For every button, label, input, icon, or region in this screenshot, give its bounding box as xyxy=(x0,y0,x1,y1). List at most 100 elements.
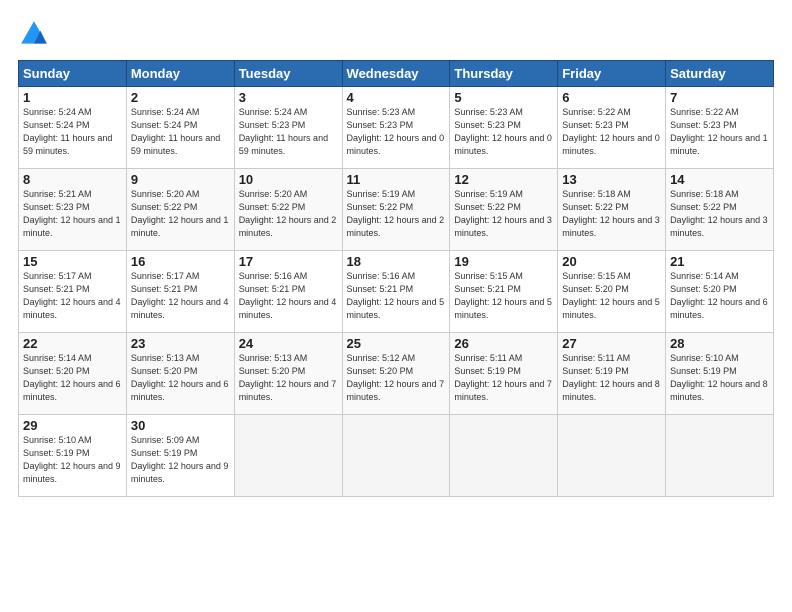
day-number: 25 xyxy=(347,336,446,351)
calendar-cell: 21Sunrise: 5:14 AMSunset: 5:20 PMDayligh… xyxy=(666,251,774,333)
day-number: 2 xyxy=(131,90,230,105)
day-number: 26 xyxy=(454,336,553,351)
day-info: Sunrise: 5:24 AMSunset: 5:23 PMDaylight:… xyxy=(239,106,338,158)
day-info: Sunrise: 5:14 AMSunset: 5:20 PMDaylight:… xyxy=(670,270,769,322)
day-number: 3 xyxy=(239,90,338,105)
day-info: Sunrise: 5:23 AMSunset: 5:23 PMDaylight:… xyxy=(454,106,553,158)
day-number: 22 xyxy=(23,336,122,351)
day-info: Sunrise: 5:24 AMSunset: 5:24 PMDaylight:… xyxy=(131,106,230,158)
calendar-cell: 6Sunrise: 5:22 AMSunset: 5:23 PMDaylight… xyxy=(558,87,666,169)
day-number: 13 xyxy=(562,172,661,187)
day-number: 6 xyxy=(562,90,661,105)
day-info: Sunrise: 5:13 AMSunset: 5:20 PMDaylight:… xyxy=(239,352,338,404)
day-info: Sunrise: 5:23 AMSunset: 5:23 PMDaylight:… xyxy=(347,106,446,158)
day-number: 19 xyxy=(454,254,553,269)
calendar-cell: 27Sunrise: 5:11 AMSunset: 5:19 PMDayligh… xyxy=(558,333,666,415)
header-monday: Monday xyxy=(126,61,234,87)
day-info: Sunrise: 5:24 AMSunset: 5:24 PMDaylight:… xyxy=(23,106,122,158)
header-tuesday: Tuesday xyxy=(234,61,342,87)
day-number: 7 xyxy=(670,90,769,105)
calendar-cell xyxy=(450,415,558,497)
day-info: Sunrise: 5:20 AMSunset: 5:22 PMDaylight:… xyxy=(239,188,338,240)
calendar-cell: 7Sunrise: 5:22 AMSunset: 5:23 PMDaylight… xyxy=(666,87,774,169)
header-saturday: Saturday xyxy=(666,61,774,87)
day-info: Sunrise: 5:11 AMSunset: 5:19 PMDaylight:… xyxy=(562,352,661,404)
calendar-cell: 15Sunrise: 5:17 AMSunset: 5:21 PMDayligh… xyxy=(19,251,127,333)
calendar-cell: 5Sunrise: 5:23 AMSunset: 5:23 PMDaylight… xyxy=(450,87,558,169)
calendar-cell: 14Sunrise: 5:18 AMSunset: 5:22 PMDayligh… xyxy=(666,169,774,251)
day-info: Sunrise: 5:22 AMSunset: 5:23 PMDaylight:… xyxy=(670,106,769,158)
calendar-week-3: 22Sunrise: 5:14 AMSunset: 5:20 PMDayligh… xyxy=(19,333,774,415)
day-number: 4 xyxy=(347,90,446,105)
calendar-cell: 10Sunrise: 5:20 AMSunset: 5:22 PMDayligh… xyxy=(234,169,342,251)
day-info: Sunrise: 5:09 AMSunset: 5:19 PMDaylight:… xyxy=(131,434,230,486)
calendar-cell xyxy=(558,415,666,497)
day-number: 10 xyxy=(239,172,338,187)
calendar-cell xyxy=(234,415,342,497)
calendar-cell: 19Sunrise: 5:15 AMSunset: 5:21 PMDayligh… xyxy=(450,251,558,333)
calendar-cell: 8Sunrise: 5:21 AMSunset: 5:23 PMDaylight… xyxy=(19,169,127,251)
day-info: Sunrise: 5:10 AMSunset: 5:19 PMDaylight:… xyxy=(670,352,769,404)
day-number: 1 xyxy=(23,90,122,105)
day-info: Sunrise: 5:16 AMSunset: 5:21 PMDaylight:… xyxy=(347,270,446,322)
calendar-cell xyxy=(666,415,774,497)
calendar-cell: 22Sunrise: 5:14 AMSunset: 5:20 PMDayligh… xyxy=(19,333,127,415)
day-number: 9 xyxy=(131,172,230,187)
day-info: Sunrise: 5:21 AMSunset: 5:23 PMDaylight:… xyxy=(23,188,122,240)
calendar-cell: 26Sunrise: 5:11 AMSunset: 5:19 PMDayligh… xyxy=(450,333,558,415)
day-number: 12 xyxy=(454,172,553,187)
day-number: 21 xyxy=(670,254,769,269)
day-number: 17 xyxy=(239,254,338,269)
calendar-cell: 11Sunrise: 5:19 AMSunset: 5:22 PMDayligh… xyxy=(342,169,450,251)
day-info: Sunrise: 5:22 AMSunset: 5:23 PMDaylight:… xyxy=(562,106,661,158)
day-info: Sunrise: 5:16 AMSunset: 5:21 PMDaylight:… xyxy=(239,270,338,322)
calendar-cell: 16Sunrise: 5:17 AMSunset: 5:21 PMDayligh… xyxy=(126,251,234,333)
day-info: Sunrise: 5:10 AMSunset: 5:19 PMDaylight:… xyxy=(23,434,122,486)
page: Sunday Monday Tuesday Wednesday Thursday… xyxy=(0,0,792,612)
calendar-week-0: 1Sunrise: 5:24 AMSunset: 5:24 PMDaylight… xyxy=(19,87,774,169)
header-sunday: Sunday xyxy=(19,61,127,87)
calendar-cell: 29Sunrise: 5:10 AMSunset: 5:19 PMDayligh… xyxy=(19,415,127,497)
calendar-cell: 3Sunrise: 5:24 AMSunset: 5:23 PMDaylight… xyxy=(234,87,342,169)
calendar-week-2: 15Sunrise: 5:17 AMSunset: 5:21 PMDayligh… xyxy=(19,251,774,333)
calendar-cell xyxy=(342,415,450,497)
header-thursday: Thursday xyxy=(450,61,558,87)
day-number: 8 xyxy=(23,172,122,187)
day-info: Sunrise: 5:20 AMSunset: 5:22 PMDaylight:… xyxy=(131,188,230,240)
day-info: Sunrise: 5:14 AMSunset: 5:20 PMDaylight:… xyxy=(23,352,122,404)
calendar-week-4: 29Sunrise: 5:10 AMSunset: 5:19 PMDayligh… xyxy=(19,415,774,497)
day-number: 27 xyxy=(562,336,661,351)
day-number: 16 xyxy=(131,254,230,269)
day-number: 23 xyxy=(131,336,230,351)
day-info: Sunrise: 5:13 AMSunset: 5:20 PMDaylight:… xyxy=(131,352,230,404)
day-number: 18 xyxy=(347,254,446,269)
calendar-week-1: 8Sunrise: 5:21 AMSunset: 5:23 PMDaylight… xyxy=(19,169,774,251)
calendar-cell: 1Sunrise: 5:24 AMSunset: 5:24 PMDaylight… xyxy=(19,87,127,169)
logo-icon xyxy=(18,18,50,50)
calendar-cell: 9Sunrise: 5:20 AMSunset: 5:22 PMDaylight… xyxy=(126,169,234,251)
calendar-cell: 20Sunrise: 5:15 AMSunset: 5:20 PMDayligh… xyxy=(558,251,666,333)
logo xyxy=(18,18,54,50)
weekday-header-row: Sunday Monday Tuesday Wednesday Thursday… xyxy=(19,61,774,87)
header-friday: Friday xyxy=(558,61,666,87)
calendar-cell: 23Sunrise: 5:13 AMSunset: 5:20 PMDayligh… xyxy=(126,333,234,415)
day-number: 20 xyxy=(562,254,661,269)
day-number: 11 xyxy=(347,172,446,187)
day-number: 28 xyxy=(670,336,769,351)
calendar-cell: 18Sunrise: 5:16 AMSunset: 5:21 PMDayligh… xyxy=(342,251,450,333)
calendar-cell: 25Sunrise: 5:12 AMSunset: 5:20 PMDayligh… xyxy=(342,333,450,415)
calendar-table: Sunday Monday Tuesday Wednesday Thursday… xyxy=(18,60,774,497)
day-number: 24 xyxy=(239,336,338,351)
day-info: Sunrise: 5:19 AMSunset: 5:22 PMDaylight:… xyxy=(454,188,553,240)
day-number: 5 xyxy=(454,90,553,105)
calendar-cell: 13Sunrise: 5:18 AMSunset: 5:22 PMDayligh… xyxy=(558,169,666,251)
calendar-cell: 17Sunrise: 5:16 AMSunset: 5:21 PMDayligh… xyxy=(234,251,342,333)
calendar-cell: 4Sunrise: 5:23 AMSunset: 5:23 PMDaylight… xyxy=(342,87,450,169)
day-number: 29 xyxy=(23,418,122,433)
day-info: Sunrise: 5:15 AMSunset: 5:20 PMDaylight:… xyxy=(562,270,661,322)
day-info: Sunrise: 5:17 AMSunset: 5:21 PMDaylight:… xyxy=(23,270,122,322)
day-number: 14 xyxy=(670,172,769,187)
calendar-cell: 30Sunrise: 5:09 AMSunset: 5:19 PMDayligh… xyxy=(126,415,234,497)
day-info: Sunrise: 5:12 AMSunset: 5:20 PMDaylight:… xyxy=(347,352,446,404)
header xyxy=(18,18,774,50)
